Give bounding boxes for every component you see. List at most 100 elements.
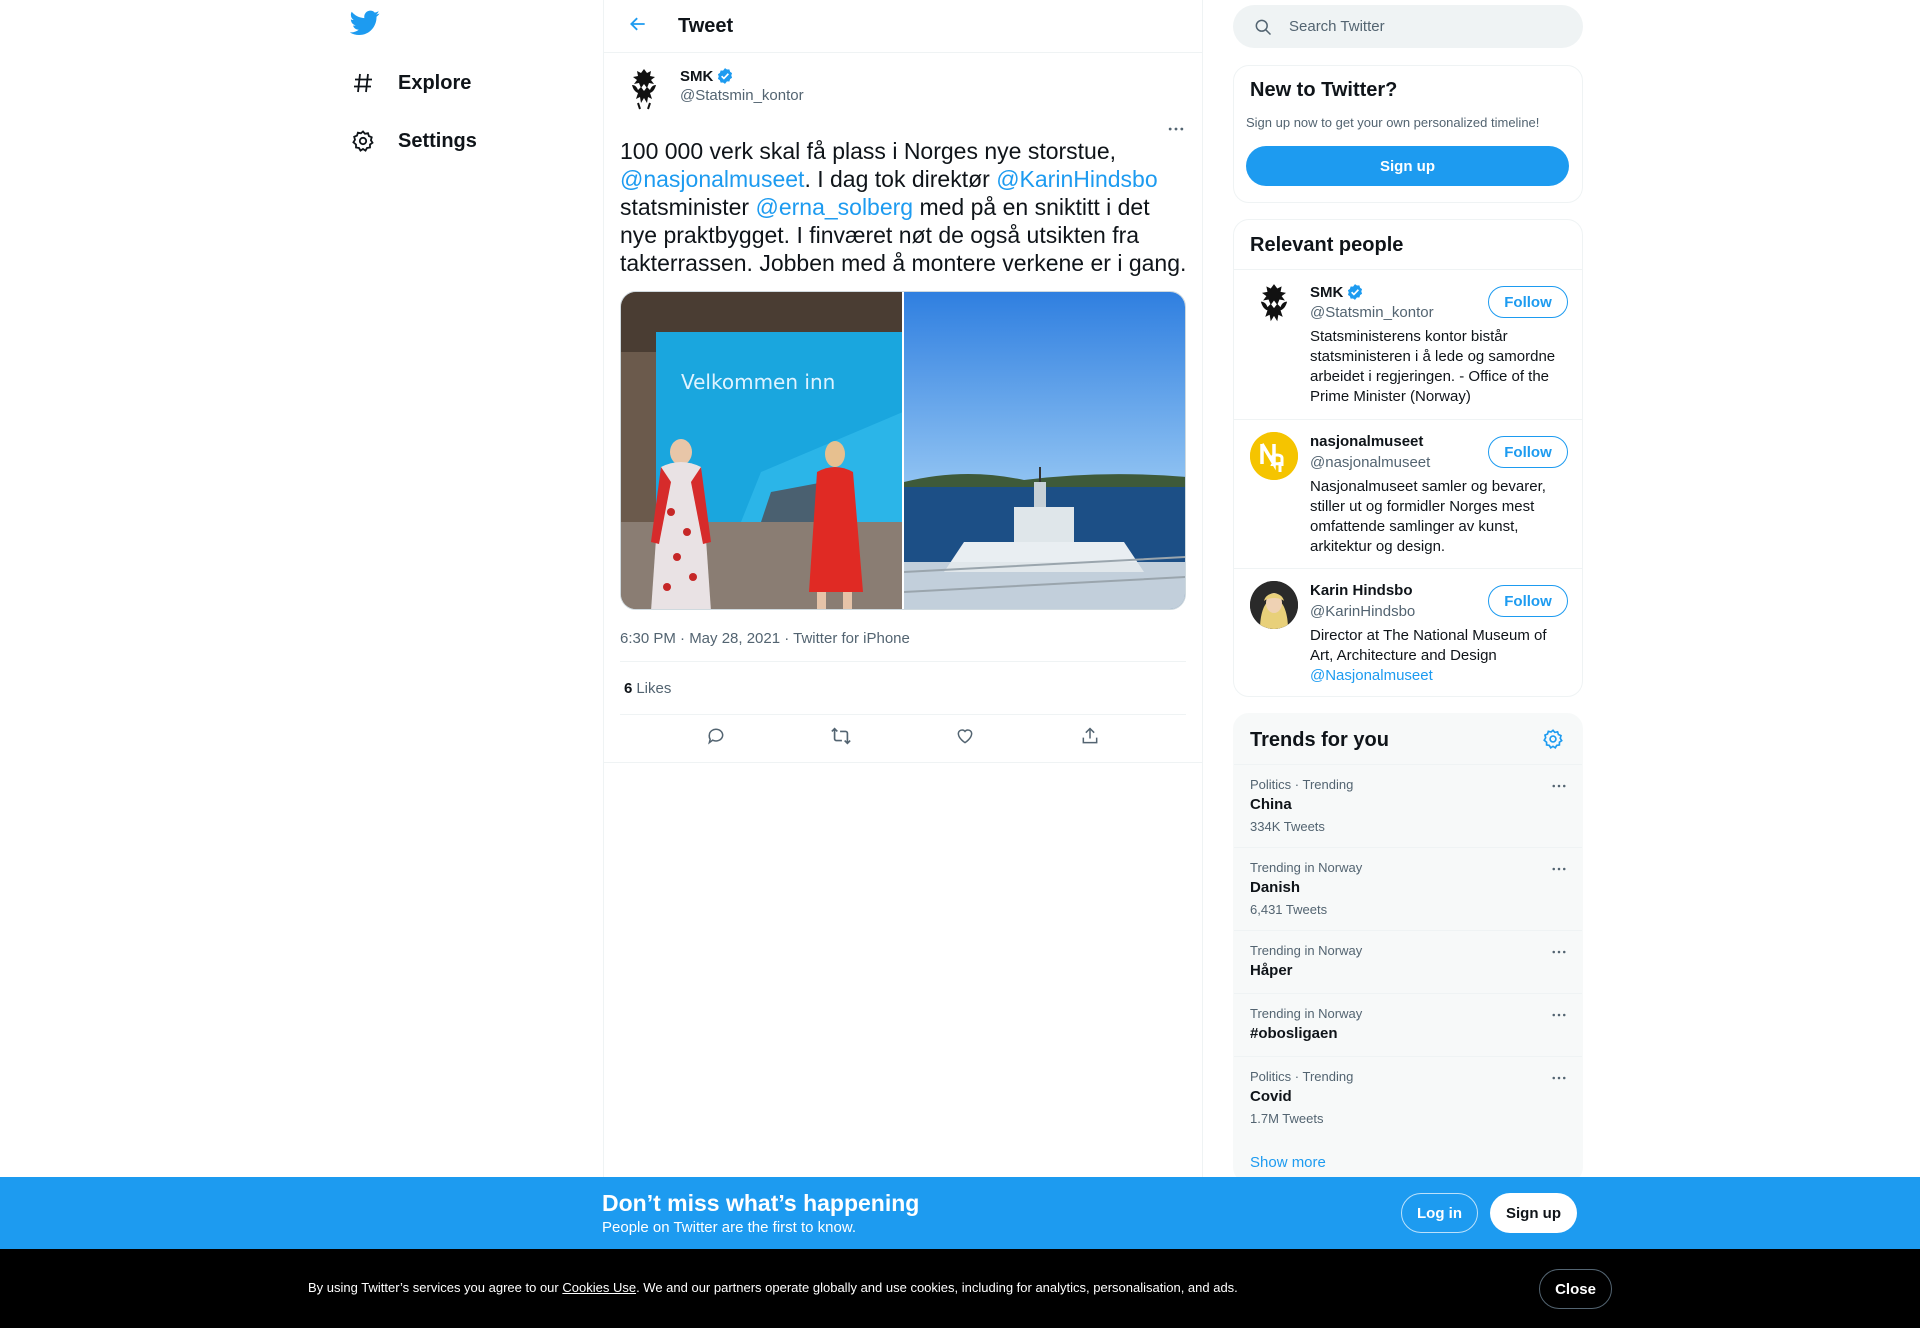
heart-icon <box>955 726 975 751</box>
media-overlay-text: Velkommen inn <box>681 370 835 394</box>
mention-link[interactable]: @erna_solberg <box>755 194 913 220</box>
media-photo-welcome[interactable]: Velkommen inn <box>621 292 902 609</box>
search-box[interactable]: Search Twitter <box>1233 5 1583 48</box>
more-options-button[interactable] <box>1166 119 1186 144</box>
share-button[interactable] <box>1073 722 1107 756</box>
hashtag-icon <box>350 70 376 96</box>
retweet-button[interactable] <box>824 722 858 756</box>
likes-row[interactable]: 6 Likes <box>620 662 1186 715</box>
author-names: SMK @Statsmin_kontor <box>680 67 804 105</box>
more-dots-icon <box>1550 948 1568 965</box>
person-item[interactable]: Karin Hindsbo @KarinHindsbo Director at … <box>1234 568 1582 696</box>
person-name: Karin Hindsbo <box>1310 582 1413 599</box>
cookies-use-link[interactable]: Cookies Use <box>562 1280 636 1295</box>
tweet: SMK @Statsmin_kontor 100 000 verk skal f… <box>604 53 1202 763</box>
cookie-banner: By using Twitter’s services you agree to… <box>0 1249 1920 1328</box>
tweet-text: 100 000 verk skal få plass i Norges nye … <box>620 137 1190 277</box>
trend-more-button[interactable] <box>1550 1006 1568 1029</box>
person-name-row: SMK <box>1310 283 1364 301</box>
banner-title: Don’t miss what’s happening <box>602 1190 920 1216</box>
follow-button[interactable]: Follow <box>1488 585 1568 617</box>
nav-item-label: Explore <box>398 71 472 94</box>
reply-button[interactable] <box>699 722 733 756</box>
signup-banner: Don’t miss what’s happening People on Tw… <box>0 1177 1920 1249</box>
avatar[interactable] <box>1250 581 1298 629</box>
trend-item[interactable]: Trending in Norway Danish 6,431 Tweets <box>1234 847 1582 930</box>
trend-name: Håper <box>1250 962 1293 979</box>
main-column: Tweet SMK @Statsmin_kontor 100 000 verk … <box>603 0 1203 1328</box>
card-subtitle: Sign up now to get your own personalized… <box>1246 115 1540 130</box>
search-input[interactable]: Search Twitter <box>1289 18 1385 35</box>
card-title: New to Twitter? <box>1250 79 1398 101</box>
media-photo-harbour[interactable] <box>904 292 1185 609</box>
mention-link[interactable]: @nasjonalmuseet <box>620 166 804 192</box>
coat-of-arms-icon <box>632 69 656 110</box>
trend-name: #obosligaen <box>1250 1025 1338 1042</box>
log-in-button[interactable]: Log in <box>1401 1193 1478 1233</box>
trend-name: China <box>1250 796 1292 813</box>
like-button[interactable] <box>948 722 982 756</box>
trends-card: Trends for you Politics · Trending China… <box>1233 713 1583 1183</box>
new-to-twitter-card: New to Twitter? Sign up now to get your … <box>1233 65 1583 203</box>
mention-link[interactable]: @Nasjonalmuseet <box>1310 667 1433 684</box>
avatar[interactable] <box>620 65 668 113</box>
trend-item[interactable]: Trending in Norway #obosligaen <box>1234 993 1582 1056</box>
trend-meta: Trending in Norway <box>1250 860 1363 875</box>
person-bio: Director at The National Museum of Art, … <box>1310 626 1566 686</box>
reply-icon <box>706 726 726 751</box>
more-dots-icon <box>1550 1074 1568 1091</box>
back-button[interactable] <box>620 8 656 44</box>
cookie-text-after: . We and our partners operate globally a… <box>636 1280 1238 1295</box>
share-icon <box>1080 726 1100 751</box>
trend-count: 6,431 Tweets <box>1250 902 1328 917</box>
avatar[interactable] <box>1250 282 1298 330</box>
trend-item[interactable]: Politics · Trending China 334K Tweets <box>1234 764 1582 847</box>
nav-item-label: Settings <box>398 129 477 152</box>
trend-meta: Politics · Trending <box>1250 777 1354 792</box>
mention-link[interactable]: @KarinHindsbo <box>996 166 1157 192</box>
trend-more-button[interactable] <box>1550 1069 1568 1092</box>
nav-item-explore[interactable]: Explore <box>350 63 471 103</box>
trend-count: 1.7M Tweets <box>1250 1111 1324 1126</box>
tweet-text-part: . I dag tok direktør <box>804 166 997 192</box>
show-more-link[interactable]: Show more <box>1250 1154 1326 1171</box>
search-icon <box>1253 17 1273 37</box>
author-name: SMK <box>680 67 714 85</box>
person-item[interactable]: nasjonalmuseet @nasjonalmuseet Nasjonalm… <box>1234 419 1582 568</box>
retweet-icon <box>830 725 852 752</box>
close-button[interactable]: Close <box>1539 1269 1612 1309</box>
page-title: Tweet <box>678 14 734 37</box>
trend-more-button[interactable] <box>1550 943 1568 966</box>
gear-icon <box>350 128 376 154</box>
trend-name: Danish <box>1250 879 1301 896</box>
nav-item-settings[interactable]: Settings <box>350 121 477 161</box>
trend-meta: Trending in Norway <box>1250 1006 1363 1021</box>
trend-item[interactable]: Politics · Trending Covid 1.7M Tweets <box>1234 1056 1582 1139</box>
person-handle: @nasjonalmuseet <box>1310 454 1431 471</box>
follow-button[interactable]: Follow <box>1488 436 1568 468</box>
tweet-text-part: 100 000 verk skal få plass i Norges nye … <box>620 138 1117 164</box>
more-dots-icon <box>1166 126 1186 143</box>
cookie-text: By using Twitter’s services you agree to… <box>308 1280 1238 1295</box>
trend-more-button[interactable] <box>1550 860 1568 883</box>
tweet-timestamp[interactable]: 6:30 PM · May 28, 2021 · Twitter for iPh… <box>620 630 1186 662</box>
more-dots-icon <box>1550 782 1568 799</box>
follow-button[interactable]: Follow <box>1488 286 1568 318</box>
trend-meta: Trending in Norway <box>1250 943 1363 958</box>
sign-up-button[interactable]: Sign up <box>1246 146 1569 186</box>
sign-up-button[interactable]: Sign up <box>1490 1193 1577 1233</box>
trend-item[interactable]: Trending in Norway Håper <box>1234 930 1582 993</box>
trend-more-button[interactable] <box>1550 777 1568 800</box>
person-item[interactable]: SMK @Statsmin_kontor Statsministerens ko… <box>1234 269 1582 419</box>
person-bio: Statsministerens kontor bistår statsmini… <box>1310 328 1556 405</box>
card-title: Trends for you <box>1250 729 1389 751</box>
twitter-bird-icon[interactable] <box>349 10 382 42</box>
author-handle[interactable]: @Statsmin_kontor <box>680 87 804 104</box>
trends-settings-button[interactable] <box>1542 728 1566 752</box>
tweet-actions <box>604 715 1202 763</box>
trend-meta: Politics · Trending <box>1250 1069 1354 1084</box>
avatar[interactable] <box>1250 432 1298 480</box>
tweet-text-part: statsminister <box>620 194 756 220</box>
tweet-author: SMK @Statsmin_kontor <box>620 53 1186 119</box>
author-name-row[interactable]: SMK <box>680 67 804 85</box>
